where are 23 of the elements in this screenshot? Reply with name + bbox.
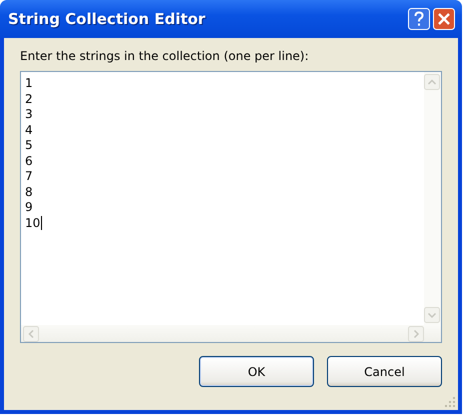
line-text: 9 [25,200,33,216]
line-text: 2 [25,92,33,107]
help-icon[interactable] [408,8,430,30]
scroll-down-icon[interactable] [424,307,440,323]
line-text: 5 [25,138,33,154]
line-text: 3 [25,107,33,122]
scroll-left-icon[interactable] [23,326,39,342]
line-text: 8 [25,184,33,200]
line-text: 6 [25,154,33,169]
text-caret [41,216,42,230]
scroll-up-icon[interactable] [424,74,440,90]
cancel-button[interactable]: Cancel [327,356,442,387]
line-text: 4 [25,122,33,138]
scroll-right-icon[interactable] [408,326,424,342]
resize-grip-icon[interactable] [444,396,456,408]
window-title: String Collection Editor [7,10,206,28]
ok-button[interactable]: OK [199,356,314,387]
close-icon[interactable] [433,8,455,30]
prompt-label: Enter the strings in the collection (one per line): [20,48,310,64]
line-text: 10 [25,216,40,231]
text-area[interactable]: 1 2 3 4 5 6 7 8 9 10 [20,71,442,343]
line-text: 7 [25,169,33,184]
line-text: 1 [25,76,33,92]
